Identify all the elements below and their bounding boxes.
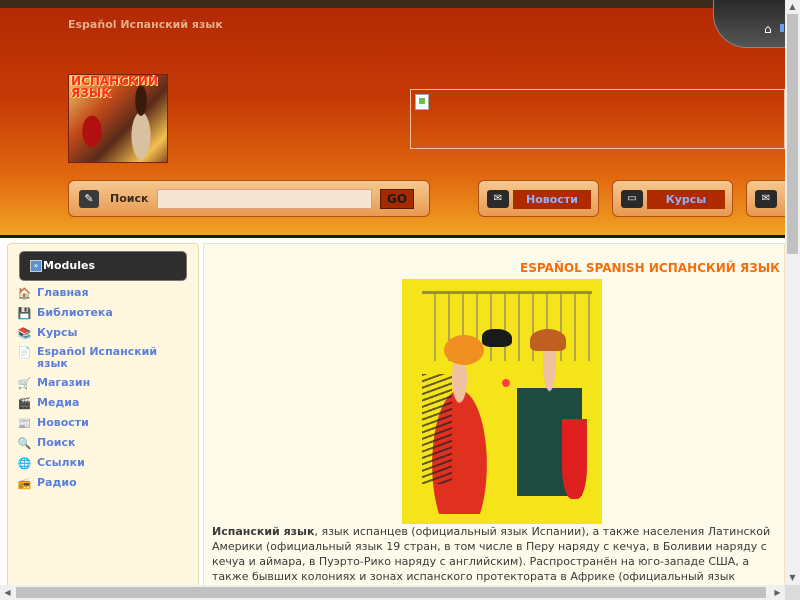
sidebar-item-library[interactable]: 💾 Библиотека — [17, 307, 177, 321]
search-input[interactable] — [157, 189, 372, 209]
modules-title: Modules — [43, 259, 95, 272]
vertical-scroll-thumb[interactable] — [787, 14, 798, 254]
go-button[interactable]: GO — [380, 189, 414, 209]
sidebar-item-shop[interactable]: 🛒 Магазин — [17, 377, 177, 391]
sidebar-item-label: Новости — [37, 416, 89, 429]
media-icon: 🎬 — [17, 397, 32, 410]
nav-news-button[interactable]: ✉ Новости — [478, 180, 599, 217]
sidebar-item-label: Главная — [37, 286, 89, 299]
sidebar-item-label: Ссылки — [37, 456, 85, 469]
news-icon: ✉ — [487, 190, 509, 208]
sidebar-item-news[interactable]: 📰 Новости — [17, 417, 177, 431]
disk-icon: 💾 — [17, 307, 32, 320]
sidebar-item-label: Библиотека — [37, 306, 113, 319]
scroll-left-icon[interactable]: ◀ — [0, 585, 15, 600]
rose-flower — [502, 379, 510, 387]
sidebar-item-label: Медиа — [37, 396, 80, 409]
news-icon: 📰 — [17, 417, 32, 430]
spanish-children-illustration — [402, 279, 602, 524]
broken-image-icon — [415, 94, 429, 110]
search-label: Поиск — [110, 192, 149, 205]
search-bar: ✎ Поиск GO — [68, 180, 430, 217]
search-icon: ✎ — [79, 190, 99, 208]
sidebar: » Modules 🏠 Главная 💾 Библиотека 📚 Курсы… — [7, 243, 199, 600]
vertical-scrollbar[interactable]: ▲ ▼ — [785, 0, 800, 585]
boy-hair — [530, 329, 566, 351]
search-icon: 🔍 — [17, 437, 32, 450]
nav-chat-button[interactable]: ✉ — [746, 180, 785, 217]
sidebar-item-search[interactable]: 🔍 Поиск — [17, 437, 177, 451]
scroll-down-icon[interactable]: ▼ — [785, 571, 800, 585]
home-icon: 🏠 — [17, 287, 32, 300]
sidebar-item-label: Радио — [37, 476, 77, 489]
sidebar-item-label: Магазин — [37, 376, 91, 389]
site-header: Espaňol Испанский язык ИСПАНСКИЙ ЯЗЫК ✎ … — [0, 0, 785, 236]
matador-cape — [562, 419, 587, 499]
banner-placeholder[interactable] — [410, 89, 785, 149]
scrollbar-corner — [785, 585, 800, 600]
intro-term: Испанский язык — [212, 525, 315, 538]
sidebar-item-links[interactable]: 🌐 Ссылки — [17, 457, 177, 471]
modules-header: » Modules — [19, 251, 187, 281]
document-icon: 📄 — [17, 346, 32, 359]
globe-icon: 🌐 — [17, 457, 32, 470]
nav-courses-button[interactable]: ▭ Курсы — [612, 180, 733, 217]
tab-indicator — [780, 24, 784, 32]
radio-icon: 📻 — [17, 477, 32, 490]
logo-dancer — [75, 113, 109, 159]
page-title: ESPAÑOL SPANISH ИСПАНСКИЙ ЯЗЫК — [520, 261, 780, 275]
bull-figure — [482, 329, 512, 347]
monitor-icon: ▭ — [621, 190, 643, 208]
sidebar-item-courses[interactable]: 📚 Курсы — [17, 327, 177, 341]
sidebar-item-label: Поиск — [37, 436, 76, 449]
sidebar-item-radio[interactable]: 📻 Радио — [17, 477, 177, 491]
sidebar-item-media[interactable]: 🎬 Медиа — [17, 397, 177, 411]
home-icon[interactable]: ⌂ — [764, 22, 772, 36]
sidebar-item-label: Курсы — [37, 326, 78, 339]
sidebar-item-label: Español Испанский язык — [37, 345, 158, 370]
horizontal-scrollbar[interactable]: ◀ ▶ — [0, 585, 785, 600]
girl-hair — [444, 335, 484, 365]
main-content: ESPAÑOL SPANISH ИСПАНСКИЙ ЯЗЫК Испанский… — [203, 243, 785, 600]
expand-icon[interactable]: » — [30, 260, 42, 272]
chat-icon: ✉ — [755, 190, 777, 208]
logo-figure — [119, 81, 163, 159]
site-logo[interactable]: ИСПАНСКИЙ ЯЗЫК — [68, 74, 168, 163]
books-icon: 📚 — [17, 327, 32, 340]
site-title: Espaňol Испанский язык — [68, 18, 223, 31]
nav-courses-label: Курсы — [647, 190, 725, 209]
horizontal-scroll-thumb[interactable] — [16, 587, 766, 598]
sidebar-item-spanish[interactable]: 📄 Español Испанский язык — [17, 346, 177, 370]
girl-veil — [422, 374, 452, 484]
sidebar-item-home[interactable]: 🏠 Главная — [17, 287, 177, 301]
scroll-up-icon[interactable]: ▲ — [785, 0, 800, 14]
scroll-right-icon[interactable]: ▶ — [770, 585, 785, 600]
header-divider — [0, 235, 785, 238]
nav-news-label: Новости — [513, 190, 591, 209]
shop-icon: 🛒 — [17, 377, 32, 390]
